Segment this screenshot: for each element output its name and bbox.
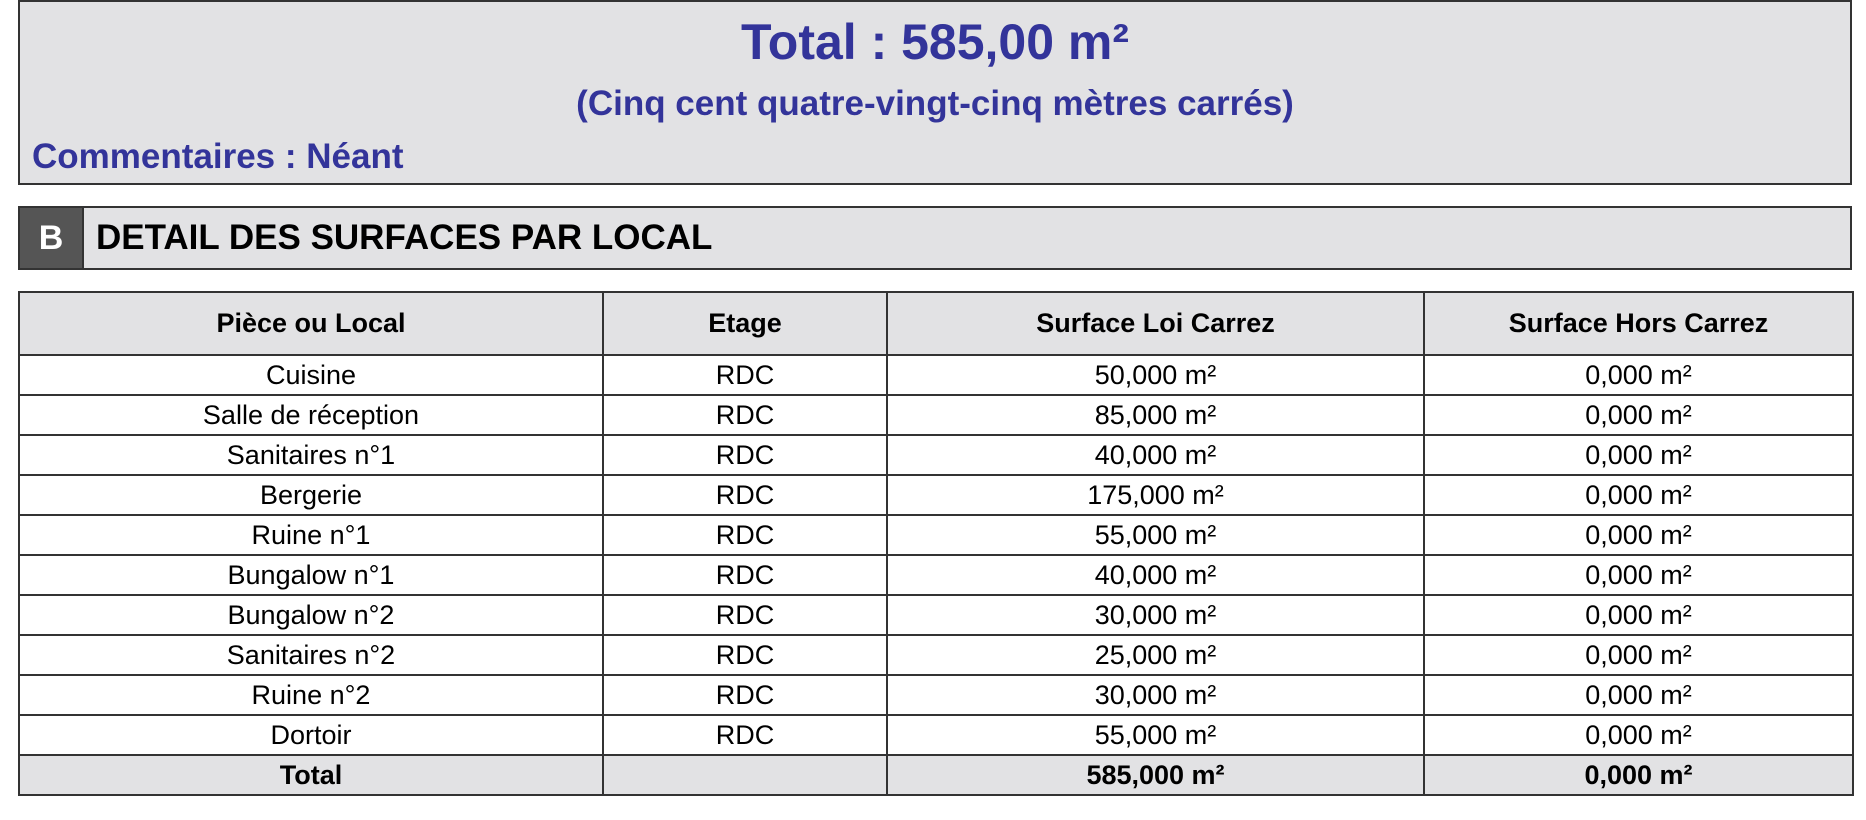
table-row: Cuisine RDC 50,000 m² 0,000 m² bbox=[18, 354, 1854, 396]
non-carrez-surface-cell: 0,000 m² bbox=[1423, 354, 1854, 396]
carrez-surface-cell: 40,000 m² bbox=[886, 554, 1425, 596]
table-row: Bungalow n°2 RDC 30,000 m² 0,000 m² bbox=[18, 594, 1854, 636]
table-row: Bungalow n°1 RDC 40,000 m² 0,000 m² bbox=[18, 554, 1854, 596]
table-row: Bergerie RDC 175,000 m² 0,000 m² bbox=[18, 474, 1854, 516]
section-letter: B bbox=[20, 208, 84, 268]
carrez-surface-cell: 85,000 m² bbox=[886, 394, 1425, 436]
room-cell: Salle de réception bbox=[18, 394, 604, 436]
column-header-carrez-surface: Surface Loi Carrez bbox=[886, 291, 1425, 356]
floor-cell: RDC bbox=[602, 714, 888, 756]
floor-cell: RDC bbox=[602, 434, 888, 476]
table-row: Dortoir RDC 55,000 m² 0,000 m² bbox=[18, 714, 1854, 756]
section-title: DETAIL DES SURFACES PAR LOCAL bbox=[96, 218, 713, 257]
room-cell: Ruine n°2 bbox=[18, 674, 604, 716]
section-header: B DETAIL DES SURFACES PAR LOCAL bbox=[18, 206, 1852, 270]
table-row: Ruine n°2 RDC 30,000 m² 0,000 m² bbox=[18, 674, 1854, 716]
column-header-room: Pièce ou Local bbox=[18, 291, 604, 356]
carrez-surface-cell: 55,000 m² bbox=[886, 514, 1425, 556]
floor-cell: RDC bbox=[602, 514, 888, 556]
floor-cell: RDC bbox=[602, 634, 888, 676]
table-row: Ruine n°1 RDC 55,000 m² 0,000 m² bbox=[18, 514, 1854, 556]
non-carrez-surface-cell: 0,000 m² bbox=[1423, 554, 1854, 596]
floor-cell: RDC bbox=[602, 354, 888, 396]
non-carrez-surface-cell: 0,000 m² bbox=[1423, 434, 1854, 476]
total-surface-in-words: (Cinq cent quatre-vingt-cinq mètres carr… bbox=[576, 84, 1294, 123]
table-row: Salle de réception RDC 85,000 m² 0,000 m… bbox=[18, 394, 1854, 436]
room-cell: Bergerie bbox=[18, 474, 604, 516]
floor-cell: RDC bbox=[602, 554, 888, 596]
total-label-cell: Total bbox=[18, 754, 604, 796]
table-row: Sanitaires n°2 RDC 25,000 m² 0,000 m² bbox=[18, 634, 1854, 676]
carrez-surface-cell: 30,000 m² bbox=[886, 594, 1425, 636]
carrez-surface-cell: 55,000 m² bbox=[886, 714, 1425, 756]
floor-cell: RDC bbox=[602, 674, 888, 716]
floor-cell: RDC bbox=[602, 594, 888, 636]
room-cell: Cuisine bbox=[18, 354, 604, 396]
non-carrez-surface-cell: 0,000 m² bbox=[1423, 674, 1854, 716]
comments: Commentaires : Néant bbox=[32, 137, 404, 176]
non-carrez-surface-cell: 0,000 m² bbox=[1423, 474, 1854, 516]
non-carrez-surface-cell: 0,000 m² bbox=[1423, 634, 1854, 676]
floor-cell: RDC bbox=[602, 474, 888, 516]
non-carrez-surface-cell: 0,000 m² bbox=[1423, 514, 1854, 556]
room-cell: Dortoir bbox=[18, 714, 604, 756]
room-cell: Ruine n°1 bbox=[18, 514, 604, 556]
column-header-floor: Etage bbox=[602, 291, 888, 356]
non-carrez-surface-cell: 0,000 m² bbox=[1423, 394, 1854, 436]
table-total-row: Total 585,000 m² 0,000 m² bbox=[18, 754, 1854, 796]
total-floor-cell bbox=[602, 754, 888, 796]
carrez-surface-cell: 40,000 m² bbox=[886, 434, 1425, 476]
surfaces-table: Pièce ou Local Etage Surface Loi Carrez … bbox=[18, 291, 1854, 796]
carrez-surface-cell: 25,000 m² bbox=[886, 634, 1425, 676]
floor-cell: RDC bbox=[602, 394, 888, 436]
total-non-carrez-surface-cell: 0,000 m² bbox=[1423, 754, 1854, 796]
column-header-non-carrez-surface: Surface Hors Carrez bbox=[1423, 291, 1854, 356]
room-cell: Sanitaires n°1 bbox=[18, 434, 604, 476]
room-cell: Sanitaires n°2 bbox=[18, 634, 604, 676]
non-carrez-surface-cell: 0,000 m² bbox=[1423, 714, 1854, 756]
non-carrez-surface-cell: 0,000 m² bbox=[1423, 594, 1854, 636]
total-surface: Total : 585,00 m² bbox=[740, 14, 1130, 70]
total-carrez-surface-cell: 585,000 m² bbox=[886, 754, 1425, 796]
room-cell: Bungalow n°1 bbox=[18, 554, 604, 596]
carrez-surface-cell: 175,000 m² bbox=[886, 474, 1425, 516]
table-header-row: Pièce ou Local Etage Surface Loi Carrez … bbox=[18, 291, 1854, 356]
room-cell: Bungalow n°2 bbox=[18, 594, 604, 636]
carrez-surface-cell: 30,000 m² bbox=[886, 674, 1425, 716]
surface-summary-box: Total : 585,00 m² (Cinq cent quatre-ving… bbox=[18, 0, 1852, 185]
table-row: Sanitaires n°1 RDC 40,000 m² 0,000 m² bbox=[18, 434, 1854, 476]
carrez-surface-cell: 50,000 m² bbox=[886, 354, 1425, 396]
